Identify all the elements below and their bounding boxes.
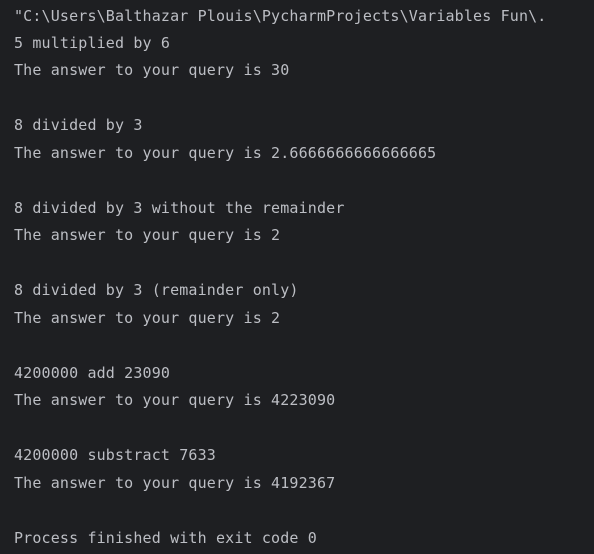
console-line: The answer to your query is 2 [14,309,281,327]
console-line: 8 divided by 3 [14,116,143,134]
run-console-output[interactable]: "C:\Users\Balthazar Plouis\PycharmProjec… [0,0,594,554]
console-line: 8 divided by 3 without the remainder [14,199,345,217]
console-line: 4200000 add 23090 [14,364,171,382]
console-line: The answer to your query is 30 [14,61,290,79]
console-line: The answer to your query is 2 [14,226,281,244]
console-line: 8 divided by 3 (remainder only) [14,281,299,299]
console-line: 5 multiplied by 6 [14,34,171,52]
console-line: The answer to your query is 4223090 [14,391,336,409]
console-line-exit-status: Process finished with exit code 0 [14,529,317,547]
console-line: The answer to your query is 4192367 [14,474,336,492]
console-line: 4200000 substract 7633 [14,446,216,464]
console-line-command: "C:\Users\Balthazar Plouis\PycharmProjec… [14,7,547,25]
console-line: The answer to your query is 2.6666666666… [14,144,437,162]
